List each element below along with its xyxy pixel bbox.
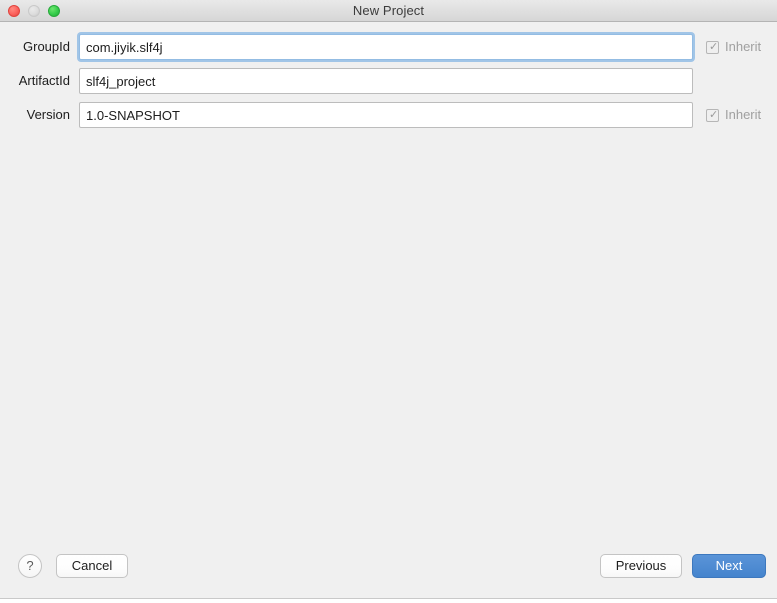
dialog-content: GroupId ✓ Inherit ArtifactId Version ✓ I… bbox=[0, 22, 777, 545]
title-bar: New Project bbox=[0, 0, 777, 22]
help-button[interactable]: ? bbox=[18, 554, 42, 578]
form-row-version: Version ✓ Inherit bbox=[0, 102, 777, 128]
dialog-footer: ? Cancel Previous Next bbox=[0, 545, 777, 603]
cancel-button[interactable]: Cancel bbox=[56, 554, 128, 578]
check-icon: ✓ bbox=[709, 40, 719, 53]
groupid-label: GroupId bbox=[23, 39, 70, 54]
form-row-artifactid: ArtifactId bbox=[0, 68, 777, 94]
version-inherit-label: Inherit bbox=[725, 107, 762, 122]
previous-button[interactable]: Previous bbox=[600, 554, 682, 578]
groupid-inherit-checkbox[interactable]: ✓ Inherit bbox=[706, 38, 761, 56]
window-title: New Project bbox=[352, 3, 425, 18]
next-button[interactable]: Next bbox=[692, 554, 766, 578]
version-inherit-checkbox[interactable]: ✓ Inherit bbox=[706, 106, 761, 124]
artifactid-input[interactable] bbox=[79, 68, 693, 94]
version-label: Version bbox=[26, 107, 70, 122]
new-project-dialog: New Project GroupId ✓ Inherit ArtifactId… bbox=[0, 0, 777, 603]
artifactid-label: ArtifactId bbox=[18, 73, 70, 88]
groupid-input[interactable] bbox=[79, 34, 693, 60]
form-row-groupid: GroupId ✓ Inherit bbox=[0, 34, 777, 60]
checkbox-icon[interactable]: ✓ bbox=[706, 40, 719, 54]
groupid-inherit-label: Inherit bbox=[725, 39, 762, 54]
background-window-sliver bbox=[0, 598, 777, 603]
version-input[interactable] bbox=[79, 102, 693, 128]
check-icon: ✓ bbox=[709, 108, 719, 121]
checkbox-icon[interactable]: ✓ bbox=[706, 108, 719, 122]
